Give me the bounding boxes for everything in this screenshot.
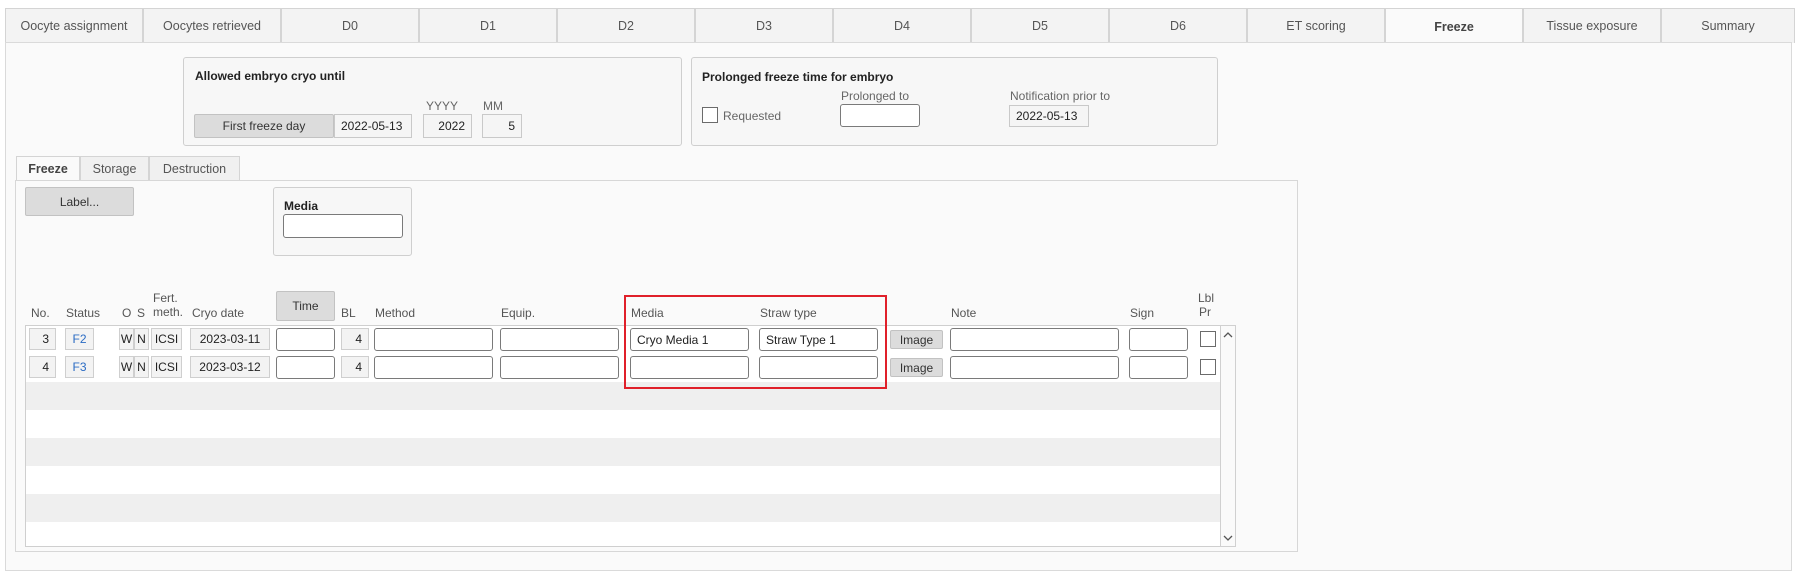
header-cryo-date: Cryo date: [192, 306, 245, 320]
tab-d6[interactable]: D6: [1109, 8, 1247, 43]
header-fert-line2: meth.: [153, 305, 184, 319]
row1-s: N: [134, 328, 149, 350]
tab-oocyte-assignment[interactable]: Oocyte assignment: [5, 8, 143, 43]
row2-s: N: [134, 356, 149, 378]
row2-cryo-date: 2023-03-12: [190, 356, 270, 378]
tab-summary[interactable]: Summary: [1661, 8, 1795, 43]
row1-fert: ICSI: [151, 328, 182, 350]
row2-sign-input[interactable]: [1129, 356, 1188, 379]
time-header-button[interactable]: Time: [276, 291, 335, 321]
tab-tissue-exposure[interactable]: Tissue exposure: [1523, 8, 1661, 43]
top-tab-bar: Oocyte assignment Oocytes retrieved D0 D…: [5, 8, 1795, 44]
tab-et-scoring[interactable]: ET scoring: [1247, 8, 1385, 43]
subtab-storage[interactable]: Storage: [80, 156, 149, 181]
cryo-until-yyyy-field[interactable]: 2022: [423, 114, 472, 138]
row1-lbl-pr-checkbox[interactable]: [1200, 331, 1216, 347]
row2-no: 4: [29, 356, 56, 378]
header-no: No.: [31, 306, 50, 320]
yyyy-label: YYYY: [426, 99, 459, 113]
media-title: Media: [284, 199, 319, 213]
table-row: [26, 494, 1222, 522]
row2-method-input[interactable]: [374, 356, 493, 379]
row2-o: W: [119, 356, 134, 378]
header-equip: Equip.: [501, 306, 536, 320]
header-o: O: [122, 306, 132, 320]
prolonged-freeze-title: Prolonged freeze time for embryo: [702, 70, 894, 84]
notification-prior-field[interactable]: 2022-05-13: [1009, 105, 1089, 127]
row2-time-input[interactable]: [276, 356, 335, 379]
chevron-up-icon[interactable]: [1221, 327, 1235, 341]
table-row: [26, 410, 1222, 438]
header-s: S: [137, 306, 146, 320]
tab-d0[interactable]: D0: [281, 8, 419, 43]
tab-d3[interactable]: D3: [695, 8, 833, 43]
row2-bl: 4: [341, 356, 369, 378]
row2-image-button[interactable]: Image: [890, 358, 943, 377]
subtab-destruction[interactable]: Destruction: [149, 156, 240, 181]
tab-d4[interactable]: D4: [833, 8, 971, 43]
row1-note-input[interactable]: [950, 328, 1119, 351]
table-scrollbar[interactable]: [1220, 325, 1236, 547]
notification-prior-label: Notification prior to: [1010, 89, 1111, 103]
header-lbl-line2: Pr: [1199, 305, 1211, 319]
tab-d5[interactable]: D5: [971, 8, 1109, 43]
cryo-until-date-field[interactable]: 2022-05-13: [334, 114, 412, 138]
table-row: [26, 522, 1222, 546]
header-method: Method: [375, 306, 416, 320]
header-note: Note: [951, 306, 977, 320]
cryo-until-mm-field[interactable]: 5: [482, 114, 522, 138]
header-bl: BL: [341, 306, 356, 320]
row1-sign-input[interactable]: [1129, 328, 1188, 351]
subtab-freeze[interactable]: Freeze: [16, 156, 80, 181]
header-fert-line1: Fert.: [153, 291, 178, 305]
header-status: Status: [66, 306, 101, 320]
prolonged-to-input[interactable]: [840, 104, 920, 127]
tab-oocytes-retrieved[interactable]: Oocytes retrieved: [143, 8, 281, 43]
header-lbl-line1: Lbl: [1198, 291, 1215, 305]
requested-label: Requested: [723, 109, 782, 123]
table-row: [26, 466, 1222, 494]
row1-status[interactable]: F2: [65, 328, 94, 350]
row1-method-input[interactable]: [374, 328, 493, 351]
media-input[interactable]: [283, 214, 403, 238]
tab-d1[interactable]: D1: [419, 8, 557, 43]
row1-o: W: [119, 328, 134, 350]
row1-cryo-date: 2023-03-11: [190, 328, 270, 350]
row2-fert: ICSI: [151, 356, 182, 378]
header-sign: Sign: [1130, 306, 1155, 320]
row2-equip-input[interactable]: [500, 356, 619, 379]
chevron-down-icon[interactable]: [1221, 531, 1235, 545]
row1-time-input[interactable]: [276, 328, 335, 351]
row2-note-input[interactable]: [950, 356, 1119, 379]
row2-status[interactable]: F3: [65, 356, 94, 378]
row1-image-button[interactable]: Image: [890, 330, 943, 349]
prolonged-to-label: Prolonged to: [841, 89, 910, 103]
table-row: [26, 438, 1222, 466]
first-freeze-day-button[interactable]: First freeze day: [194, 114, 334, 138]
label-button[interactable]: Label...: [25, 187, 134, 216]
requested-checkbox[interactable]: [702, 107, 718, 123]
media-straw-highlight: [624, 295, 887, 389]
mm-label: MM: [483, 99, 503, 113]
row1-bl: 4: [341, 328, 369, 350]
tab-d2[interactable]: D2: [557, 8, 695, 43]
row1-no: 3: [29, 328, 56, 350]
cryo-until-title: Allowed embryo cryo until: [195, 69, 346, 83]
tab-freeze[interactable]: Freeze: [1385, 8, 1523, 44]
row2-lbl-pr-checkbox[interactable]: [1200, 359, 1216, 375]
row1-equip-input[interactable]: [500, 328, 619, 351]
